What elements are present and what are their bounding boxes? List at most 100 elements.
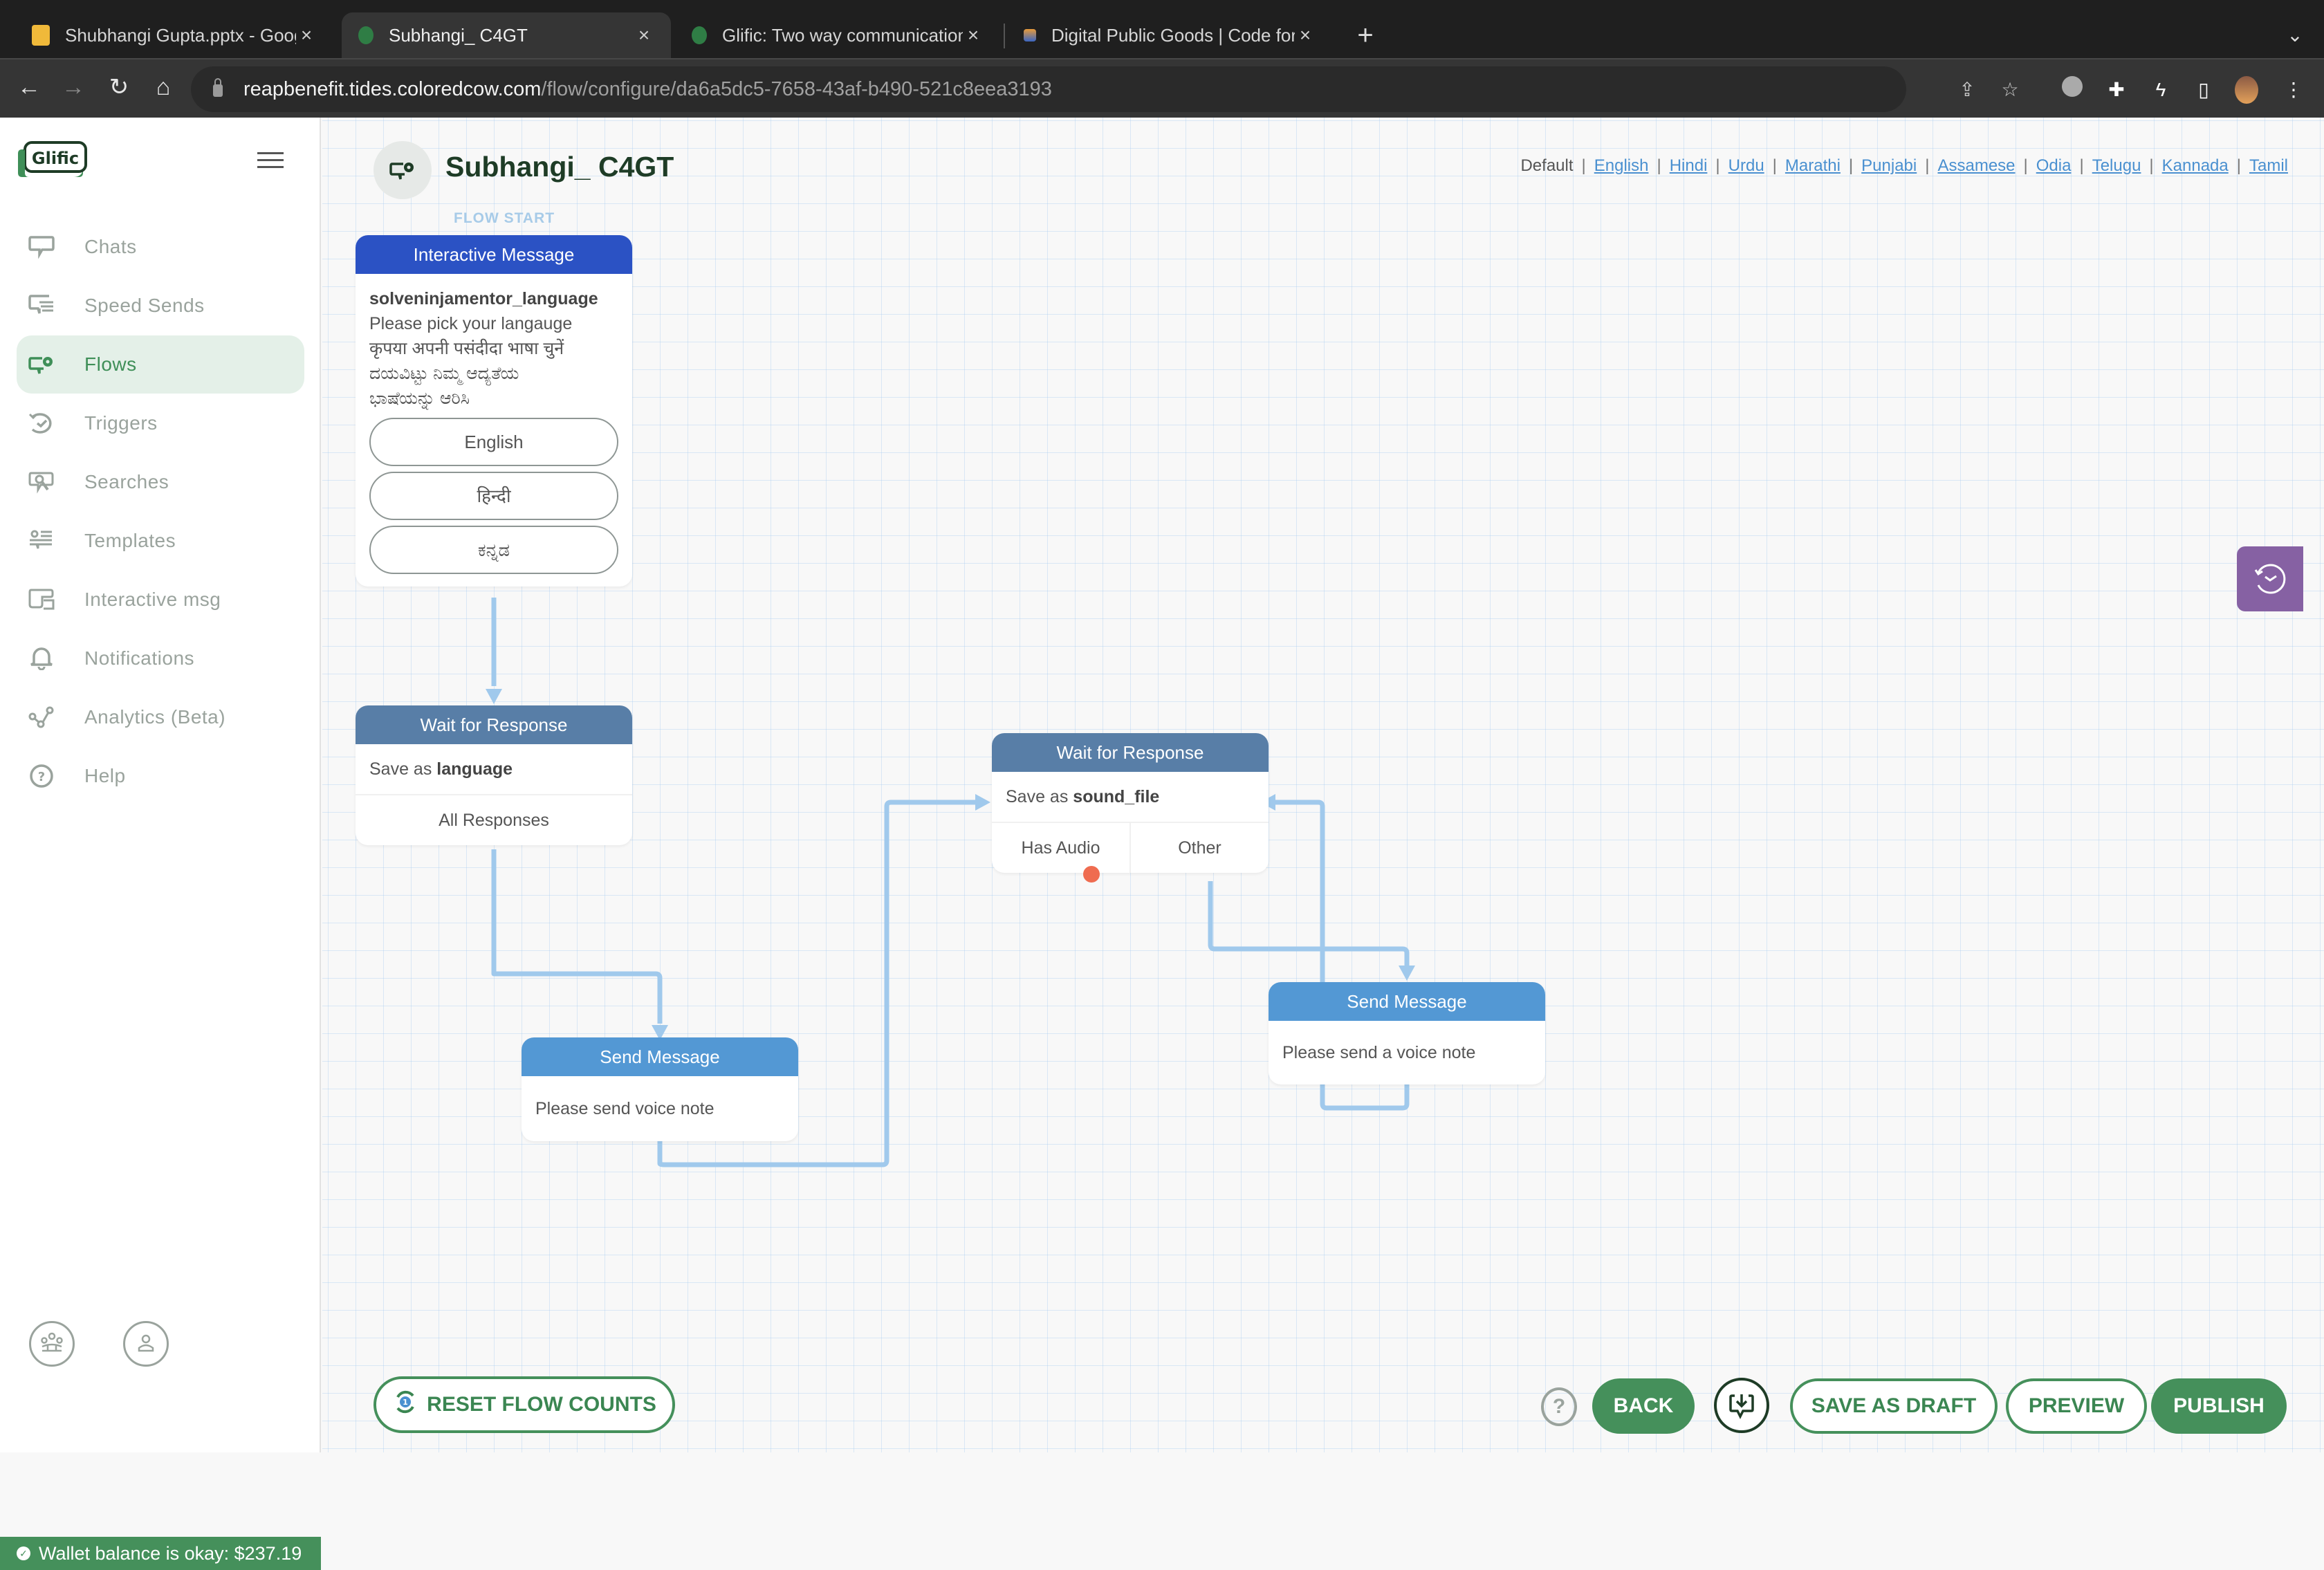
reset-flow-counts-button[interactable]: 1 RESET FLOW COUNTS bbox=[374, 1376, 675, 1433]
refresh-count-icon: 1 bbox=[392, 1389, 418, 1421]
close-tab-icon[interactable]: × bbox=[1295, 24, 1316, 46]
node-interactive-message[interactable]: Interactive Message solveninjamentor_lan… bbox=[356, 235, 632, 587]
publish-button[interactable]: PUBLISH bbox=[2151, 1378, 2287, 1434]
node-header[interactable]: Interactive Message bbox=[356, 235, 632, 274]
organization-icon[interactable] bbox=[29, 1321, 75, 1367]
sidebar-item-flows[interactable]: Flows bbox=[17, 335, 304, 394]
sidebar: Glific Chats Speed Sends Flows Triggers … bbox=[0, 118, 321, 1570]
reload-icon[interactable]: ↻ bbox=[104, 72, 134, 102]
language-link-assamese[interactable]: Assamese bbox=[1937, 156, 2015, 176]
language-link-telugu[interactable]: Telugu bbox=[2092, 156, 2141, 176]
language-link-tamil[interactable]: Tamil bbox=[2249, 156, 2288, 176]
arrowhead bbox=[975, 794, 990, 811]
interactive-message-name: solveninjamentor_language bbox=[369, 289, 598, 308]
browser-tab[interactable]: Glific: Two way communication × bbox=[675, 12, 1000, 58]
quick-reply-english[interactable]: English bbox=[369, 418, 618, 466]
revision-history-button[interactable] bbox=[2237, 546, 2303, 611]
message-line: ದಯವಿಟ್ಟು ನಿಮ್ಮ ಆದ್ಯತೆಯ bbox=[369, 364, 519, 383]
flow-title: Subhangi_ C4GT bbox=[445, 151, 674, 183]
new-tab-button[interactable]: + bbox=[1352, 17, 1379, 54]
menu-toggle-icon[interactable] bbox=[257, 152, 284, 169]
sidebar-item-chats[interactable]: Chats bbox=[17, 218, 304, 276]
message-line: Please pick your langauge bbox=[369, 314, 573, 333]
close-tab-icon[interactable]: × bbox=[634, 24, 654, 46]
help-button[interactable]: ? bbox=[1541, 1387, 1577, 1426]
close-tab-icon[interactable]: × bbox=[963, 24, 984, 46]
sidebar-item-analytics[interactable]: Analytics (Beta) bbox=[17, 688, 304, 746]
node-wait-for-response-language[interactable]: Wait for Response Save as language All R… bbox=[356, 705, 632, 845]
exit-other[interactable]: Other bbox=[1129, 823, 1269, 873]
lightning-extension-icon[interactable]: ϟ bbox=[2147, 76, 2175, 104]
connector-other-to-send2 bbox=[1208, 881, 1410, 966]
forward-arrow-icon[interactable]: → bbox=[58, 72, 89, 102]
tab-search-chevron-icon[interactable]: ⌄ bbox=[2282, 17, 2307, 54]
check-circle-icon: ✓ bbox=[17, 1546, 30, 1560]
extensions-puzzle-icon[interactable]: ✚ bbox=[2103, 76, 2130, 104]
language-link-kannada[interactable]: Kannada bbox=[2162, 156, 2229, 176]
result-variable: sound_file bbox=[1073, 787, 1160, 806]
flow-start-label: FLOW START bbox=[454, 210, 555, 226]
node-header[interactable]: Send Message bbox=[1269, 982, 1545, 1021]
bell-icon bbox=[26, 643, 57, 674]
language-link-marathi[interactable]: Marathi bbox=[1785, 156, 1841, 176]
arrowhead bbox=[1399, 966, 1415, 981]
sidebar-item-triggers[interactable]: Triggers bbox=[17, 394, 304, 452]
node-header[interactable]: Send Message bbox=[522, 1037, 798, 1076]
profile-avatar[interactable] bbox=[2235, 76, 2258, 104]
quick-reply-hindi[interactable]: हिन्दी bbox=[369, 472, 618, 520]
language-link-hindi[interactable]: Hindi bbox=[1670, 156, 1708, 176]
close-tab-icon[interactable]: × bbox=[296, 24, 317, 46]
svg-text:Glific: Glific bbox=[32, 149, 79, 168]
save-as-draft-button[interactable]: SAVE AS DRAFT bbox=[1790, 1378, 1998, 1434]
help-icon: ? bbox=[26, 761, 57, 791]
speed-extension-icon[interactable] bbox=[2062, 76, 2083, 97]
node-header[interactable]: Wait for Response bbox=[356, 705, 632, 744]
message-line: कृपया अपनी पसंदीदा भाषा चुनें bbox=[369, 339, 564, 358]
language-switcher: Default | English | Hindi | Urdu | Marathi |… bbox=[1520, 156, 2288, 176]
export-flow-button[interactable] bbox=[1714, 1378, 1769, 1433]
address-bar[interactable]: reapbenefit.tides.coloredcow.com/flow/co… bbox=[191, 66, 2019, 112]
bookmark-star-icon[interactable]: ☆ bbox=[1996, 76, 2024, 104]
back-button[interactable]: BACK bbox=[1592, 1378, 1695, 1434]
sidebar-item-help[interactable]: ? Help bbox=[17, 747, 304, 805]
browser-tab-active[interactable]: Subhangi_ C4GT × bbox=[342, 12, 671, 58]
preview-button[interactable]: PREVIEW bbox=[2006, 1378, 2147, 1434]
language-link-urdu[interactable]: Urdu bbox=[1728, 156, 1764, 176]
language-link-punjabi[interactable]: Punjabi bbox=[1861, 156, 1917, 176]
trigger-icon bbox=[26, 408, 57, 438]
glific-logo[interactable]: Glific bbox=[17, 141, 89, 178]
send-message-text: Please send voice note bbox=[535, 1099, 714, 1118]
unconnected-exit-dot[interactable] bbox=[1083, 866, 1100, 883]
quick-reply-kannada[interactable]: ಕನ್ನಡ bbox=[369, 526, 618, 574]
connector-send2-to-wait2 bbox=[1274, 800, 1325, 982]
language-link-odia[interactable]: Odia bbox=[2036, 156, 2072, 176]
language-link-english[interactable]: English bbox=[1594, 156, 1649, 176]
browser-tab[interactable]: Shubhangi Gupta.pptx - Google × bbox=[15, 12, 333, 58]
node-wait-for-response-sound-file[interactable]: Wait for Response Save as sound_file Has… bbox=[992, 733, 1269, 873]
browser-menu-icon[interactable]: ⋮ bbox=[2280, 76, 2307, 104]
sidebar-item-searches[interactable]: Searches bbox=[17, 453, 304, 511]
history-clock-icon bbox=[2254, 564, 2286, 594]
sidebar-item-speed-sends[interactable]: Speed Sends bbox=[17, 277, 304, 335]
node-send-message-2[interactable]: Send Message Please send a voice note bbox=[1269, 982, 1545, 1084]
browser-tab[interactable]: Digital Public Goods | Code for × bbox=[1007, 12, 1332, 58]
svg-text:1: 1 bbox=[403, 1398, 408, 1407]
home-icon[interactable]: ⌂ bbox=[148, 72, 178, 102]
lock-icon bbox=[213, 78, 223, 97]
node-send-message-1[interactable]: Send Message Please send voice note bbox=[522, 1037, 798, 1141]
exit-all-responses[interactable]: All Responses bbox=[356, 795, 632, 845]
share-icon[interactable]: ⇪ bbox=[1953, 76, 1981, 104]
user-profile-icon[interactable] bbox=[123, 1321, 169, 1367]
browser-toolbar: ← → ↻ ⌂ reapbenefit.tides.coloredcow.com… bbox=[0, 58, 2324, 118]
result-variable: language bbox=[436, 759, 513, 779]
sidebar-item-interactive-msg[interactable]: Interactive msg bbox=[17, 571, 304, 629]
node-header[interactable]: Wait for Response bbox=[992, 733, 1269, 772]
glific-icon bbox=[358, 26, 374, 44]
flow-editor-canvas[interactable]: Subhangi_ C4GT Default | English | Hindi |… bbox=[322, 118, 2324, 1452]
back-arrow-icon[interactable]: ← bbox=[14, 72, 44, 102]
sidebar-item-templates[interactable]: Templates bbox=[17, 512, 304, 570]
language-default[interactable]: Default bbox=[1520, 156, 1573, 176]
exit-has-audio[interactable]: Has Audio bbox=[992, 823, 1129, 873]
sidebar-item-notifications[interactable]: Notifications bbox=[17, 629, 304, 687]
side-panel-icon[interactable]: ▯ bbox=[2190, 76, 2217, 104]
